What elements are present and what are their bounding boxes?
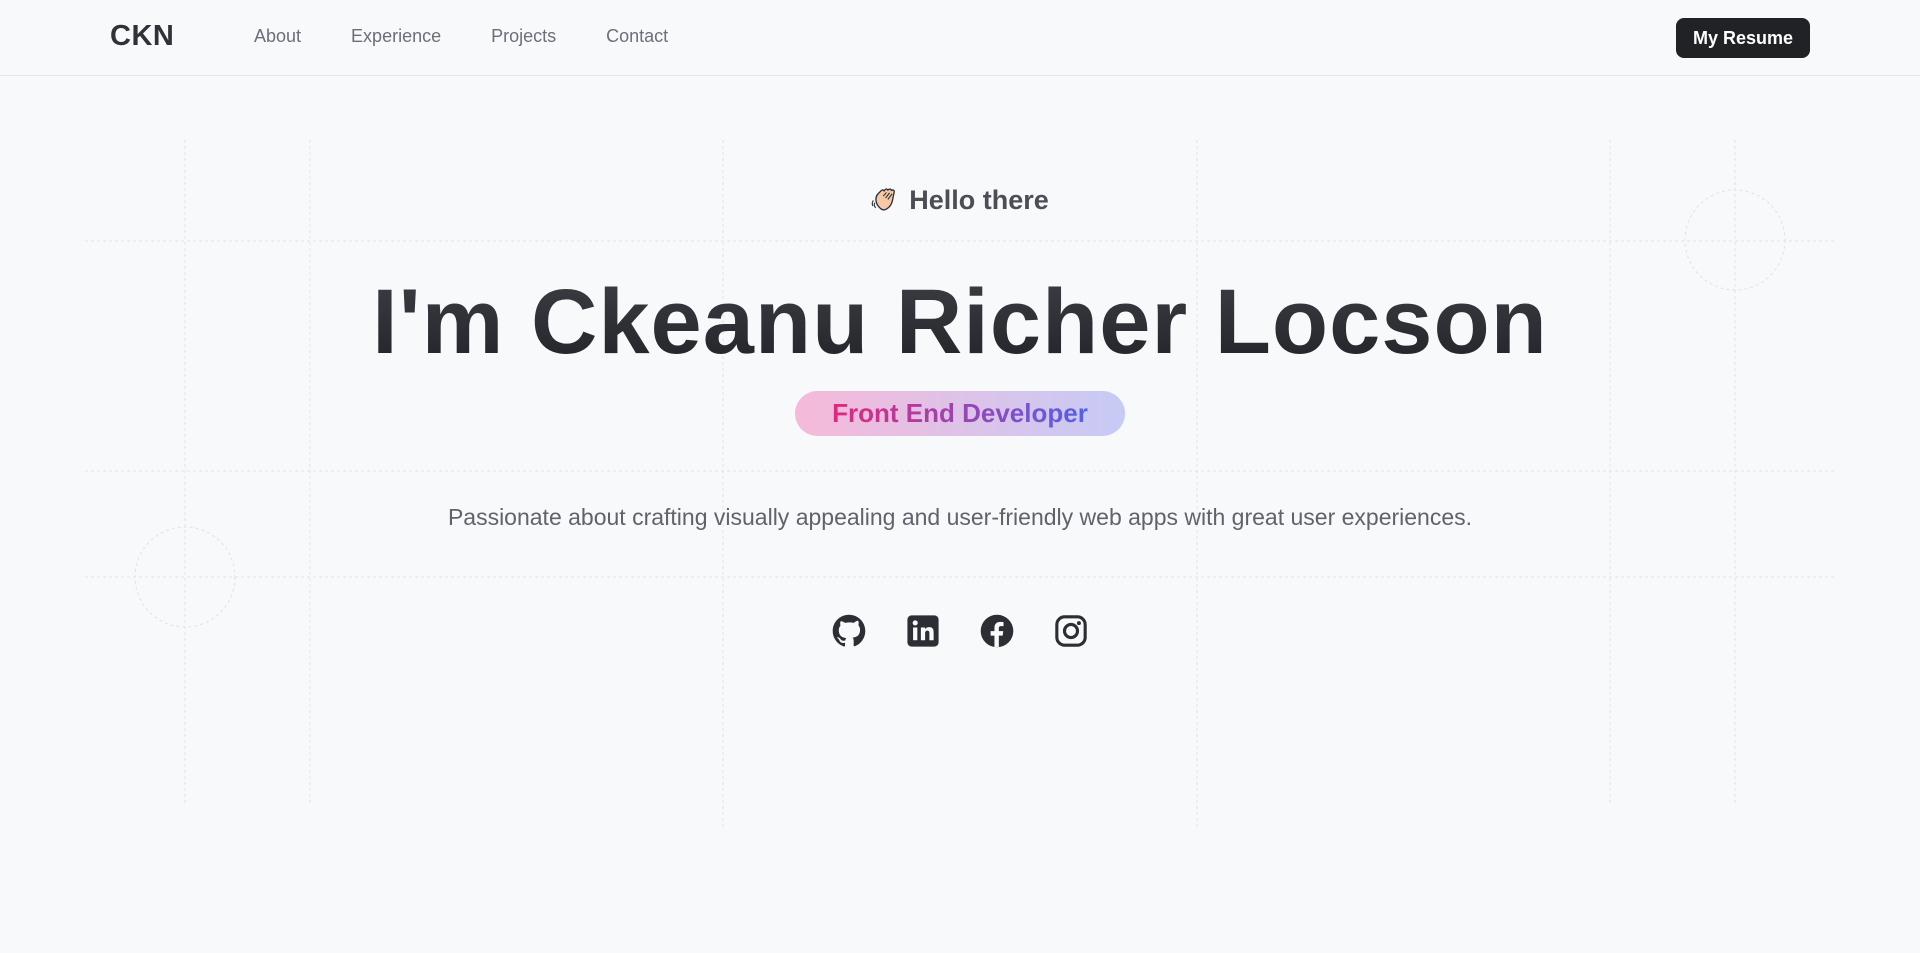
nav-link-experience[interactable]: Experience [351,26,441,47]
hero-tagline: Passionate about crafting visually appea… [447,504,1473,530]
nav-link-contact[interactable]: Contact [606,26,668,47]
role-text: Front End Developer [832,398,1088,428]
instagram-icon[interactable] [1054,614,1088,648]
github-icon[interactable] [832,614,866,648]
hero-name: I'm Ckeanu Richer Locson [0,270,1920,375]
top-navbar: CKN About Experience Projects Contact My… [0,0,1920,76]
hero-section: Hello there I'm Ckeanu Richer Locson Fro… [0,0,1920,953]
greeting: Hello there [0,184,1920,216]
social-links [832,614,1088,648]
role-badge: Front End Developer [795,391,1125,436]
greeting-text: Hello there [909,185,1049,215]
resume-button[interactable]: My Resume [1676,18,1810,58]
facebook-icon[interactable] [980,614,1014,648]
nav-links: About Experience Projects Contact [254,26,718,47]
nav-link-about[interactable]: About [254,26,301,47]
linkedin-icon[interactable] [906,614,940,648]
waving-hand-icon [872,188,896,211]
site-logo[interactable]: CKN [110,20,174,53]
nav-link-projects[interactable]: Projects [491,26,556,47]
